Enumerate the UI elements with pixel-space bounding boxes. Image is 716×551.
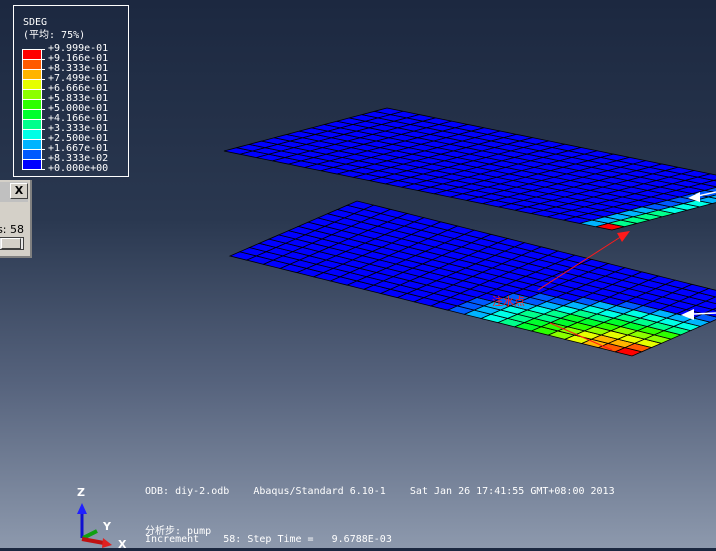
top-plate bbox=[224, 108, 716, 230]
legend-swatch bbox=[23, 140, 41, 150]
legend-swatch bbox=[23, 50, 41, 60]
contour-legend: SDEG (平均: 75%) +9.999e-01+9.166e-01+8.33… bbox=[13, 5, 129, 177]
bottom-plate bbox=[230, 201, 716, 356]
axis-z-label: Z bbox=[77, 486, 85, 499]
axis-y-label: Y bbox=[103, 520, 111, 533]
frame-dialog: X s: 58 bbox=[0, 180, 32, 258]
legend-value: +0.000e+00 bbox=[48, 164, 108, 174]
legend-swatch bbox=[23, 150, 41, 160]
legend-swatch bbox=[23, 130, 41, 140]
increment-info: Increment 58: Step Time = 9.6788E-03 bbox=[145, 534, 392, 545]
frame-label: s: 58 bbox=[0, 223, 24, 236]
legend-swatch bbox=[23, 100, 41, 110]
legend-swatch bbox=[23, 120, 41, 130]
axis-x-label: X bbox=[118, 538, 126, 551]
legend-title: SDEG bbox=[23, 18, 47, 28]
legend-swatch bbox=[23, 70, 41, 80]
legend-swatch bbox=[23, 90, 41, 100]
legend-colorbar bbox=[22, 49, 42, 170]
legend-swatch bbox=[23, 80, 41, 90]
legend-swatch bbox=[23, 160, 41, 169]
close-button[interactable]: X bbox=[10, 183, 28, 199]
mesh-plates bbox=[224, 108, 716, 356]
odb-info: ODB: diy-2.odb Abaqus/Standard 6.10-1 Sa… bbox=[145, 486, 615, 497]
legend-swatch bbox=[23, 60, 41, 70]
injection-point-label: 注水点 bbox=[492, 293, 525, 309]
legend-subtitle: (平均: 75%) bbox=[23, 31, 85, 41]
slider-thumb[interactable] bbox=[1, 238, 21, 249]
frame-slider[interactable] bbox=[0, 237, 24, 250]
legend-swatch bbox=[23, 110, 41, 120]
legend-values: +9.999e-01+9.166e-01+8.333e-01+7.499e-01… bbox=[48, 44, 108, 174]
